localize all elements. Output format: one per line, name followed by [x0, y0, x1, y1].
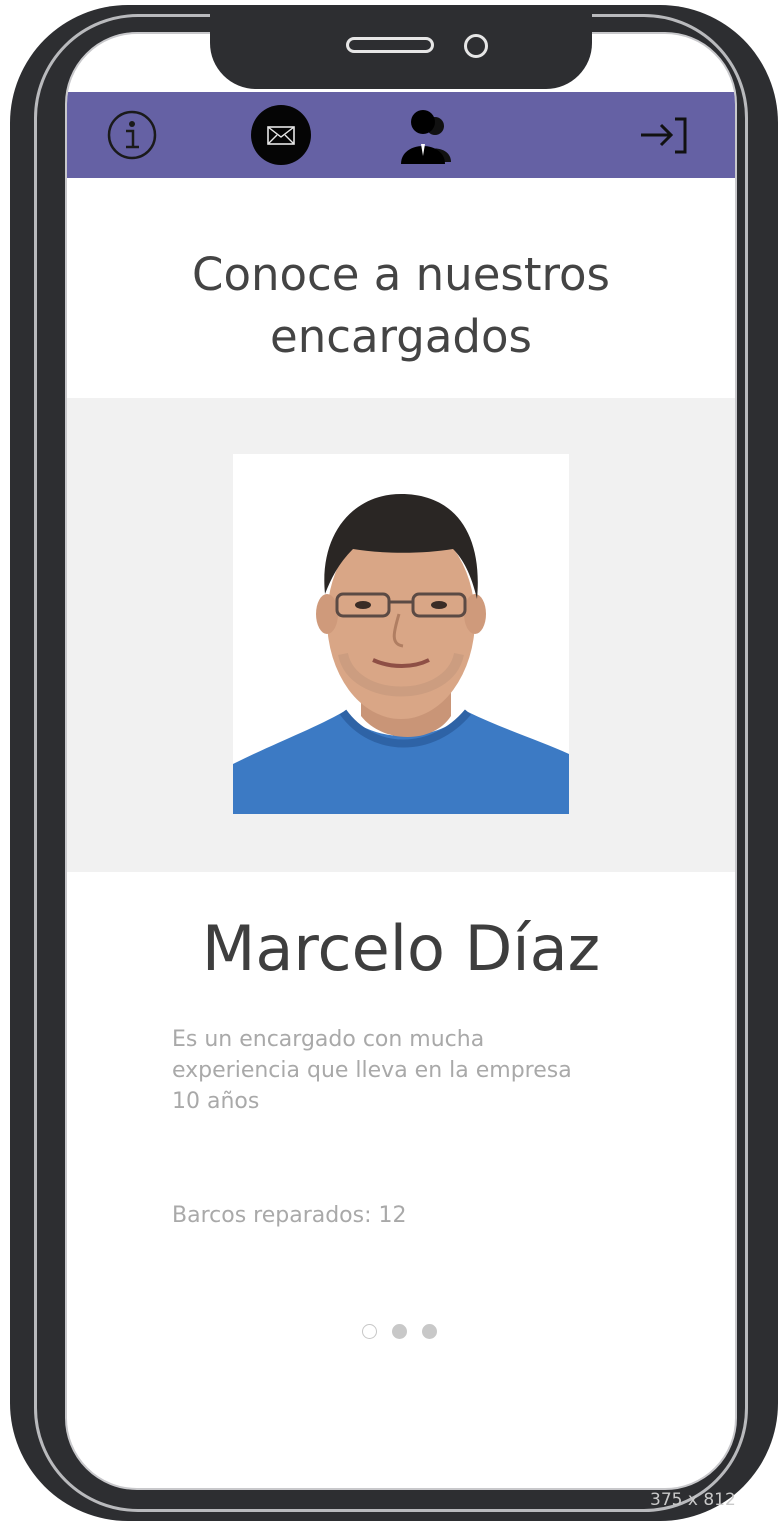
- phone-notch: [210, 5, 592, 89]
- team-icon: [401, 110, 451, 164]
- page-title-line: encargados: [270, 310, 532, 363]
- top-navbar: [67, 92, 735, 178]
- profile-name: Marcelo Díaz: [201, 912, 601, 985]
- description-line: Es un encargado con mucha: [172, 1027, 485, 1052]
- login-icon: [641, 117, 687, 154]
- profile-description: Es un encargado con mucha experiencia qu…: [172, 1024, 632, 1117]
- viewport-size-label: 375 x 812: [650, 1490, 736, 1510]
- description-line: experiencia que lleva en la empresa: [172, 1058, 572, 1083]
- portrait-photo: [233, 454, 569, 814]
- phone-screen: Conoce a nuestros encargados Marcelo Día…: [65, 32, 737, 1490]
- mail-icon: [251, 105, 311, 165]
- login-button[interactable]: [631, 92, 711, 178]
- description-line: 10 años: [172, 1089, 260, 1114]
- contact-button[interactable]: [241, 92, 321, 178]
- photo-section: [67, 398, 735, 872]
- carousel-dot-3[interactable]: [422, 1324, 437, 1339]
- boats-repaired-stat: Barcos reparados: 12: [172, 1203, 407, 1228]
- staff-button[interactable]: [387, 92, 467, 178]
- speaker-grille: [346, 37, 434, 53]
- page-title: Conoce a nuestros encargados: [67, 244, 735, 368]
- page-title-line: Conoce a nuestros: [192, 248, 610, 301]
- info-icon: [107, 110, 157, 160]
- carousel-dot-2[interactable]: [392, 1324, 407, 1339]
- info-button[interactable]: [92, 92, 172, 178]
- profile-photo: [233, 454, 569, 814]
- carousel-dot-1[interactable]: [362, 1324, 377, 1339]
- camera-icon: [464, 34, 488, 58]
